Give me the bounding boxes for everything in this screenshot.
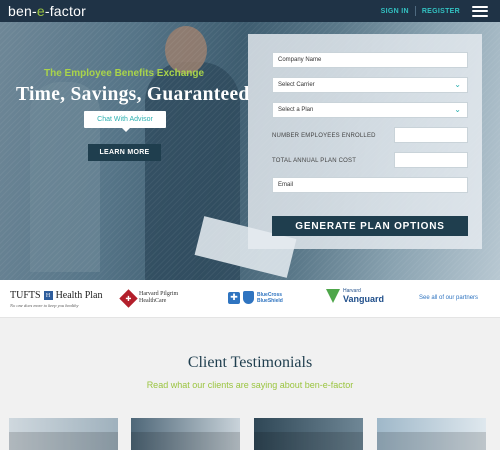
generate-plan-options-button[interactable]: GENERATE PLAN OPTIONS	[272, 216, 468, 236]
nav-right-group: SIGN IN REGISTER	[375, 5, 492, 17]
testimonials-title: Client Testimonials	[187, 354, 313, 371]
leaf-icon	[326, 289, 340, 303]
harvard-pilgrim-icon: ✚	[119, 288, 138, 308]
hp-name: Harvard Pilgrim	[139, 291, 179, 297]
tufts-box-icon: H	[43, 291, 53, 300]
testimonial-thumbnail[interactable]	[377, 418, 486, 450]
site-logo[interactable]: ben-e-factor	[8, 3, 86, 19]
tufts-health-plan: Health Plan	[55, 290, 103, 301]
employees-enrolled-label: NUMBER EMPLOYEES ENROLLED	[272, 133, 376, 139]
annual-plan-cost-input[interactable]	[394, 152, 468, 168]
bluecross-icon: ✚	[228, 291, 240, 304]
chat-with-advisor-button[interactable]: Chat With Advisor	[84, 111, 166, 132]
learn-more-button[interactable]: LEARN MORE	[88, 144, 161, 161]
carrier-select[interactable]: Select Carrier ⌄	[272, 77, 468, 93]
chevron-down-icon: ⌄	[454, 105, 461, 114]
bluecross-blueshield-logo[interactable]: ✚ BlueCross BlueShield	[228, 291, 283, 304]
tufts-name: TUFTS	[10, 290, 41, 301]
blueshield-icon	[243, 291, 254, 304]
testimonial-thumbnail[interactable]	[9, 418, 118, 450]
sign-in-link[interactable]: SIGN IN	[375, 8, 415, 15]
logo-part-e: e	[36, 3, 45, 19]
top-nav-bar: ben-e-factor SIGN IN REGISTER	[0, 0, 500, 22]
tufts-tagline: No one does more to keep you healthy	[10, 303, 79, 308]
carrier-select-value: Select Carrier	[278, 82, 315, 88]
partners-strip: TUFTS H Health Plan No one does more to …	[0, 280, 500, 318]
testimonials-section: Client Testimonials Read what our client…	[0, 318, 500, 450]
plan-options-form: Company Name Select Carrier ⌄ Select a P…	[248, 34, 482, 249]
logo-part-ben: ben	[8, 3, 32, 19]
hp-healthcare: HealthCare	[139, 298, 167, 304]
testimonial-thumbnail[interactable]	[254, 418, 363, 450]
bcbs-bluecross: BlueCross	[257, 291, 283, 298]
testimonials-subtitle: Read what our clients are saying about b…	[146, 380, 354, 390]
testimonial-thumbnail[interactable]	[131, 418, 240, 450]
email-input[interactable]: Email	[272, 177, 468, 193]
hero-title: Time, Savings, Guaranteed	[16, 84, 250, 105]
employees-enrolled-input[interactable]	[394, 127, 468, 143]
plan-select[interactable]: Select a Plan ⌄	[272, 102, 468, 118]
hv-vanguard: Vanguard	[343, 294, 385, 304]
harvard-pilgrim-logo[interactable]: ✚ Harvard Pilgrim HealthCare	[119, 288, 179, 308]
hamburger-menu-icon[interactable]	[472, 5, 488, 17]
company-name-input[interactable]: Company Name	[272, 52, 468, 68]
bcbs-blueshield: BlueShield	[257, 297, 283, 304]
hero-section: The Employee Benefits Exchange Time, Sav…	[0, 22, 500, 280]
plan-select-value: Select a Plan	[278, 107, 314, 113]
annual-plan-cost-label: TOTAL ANNUAL PLAN COST	[272, 158, 357, 164]
tufts-health-plan-logo[interactable]: TUFTS H Health Plan No one does more to …	[10, 290, 103, 308]
hero-tagline: The Employee Benefits Exchange	[44, 68, 205, 79]
chevron-down-icon: ⌄	[454, 80, 461, 89]
logo-part-factor: factor	[49, 3, 86, 19]
harvard-vanguard-logo[interactable]: Harvard Vanguard	[326, 288, 384, 304]
register-link[interactable]: REGISTER	[416, 8, 466, 15]
see-all-partners-link[interactable]: See all of our partners	[419, 295, 478, 301]
